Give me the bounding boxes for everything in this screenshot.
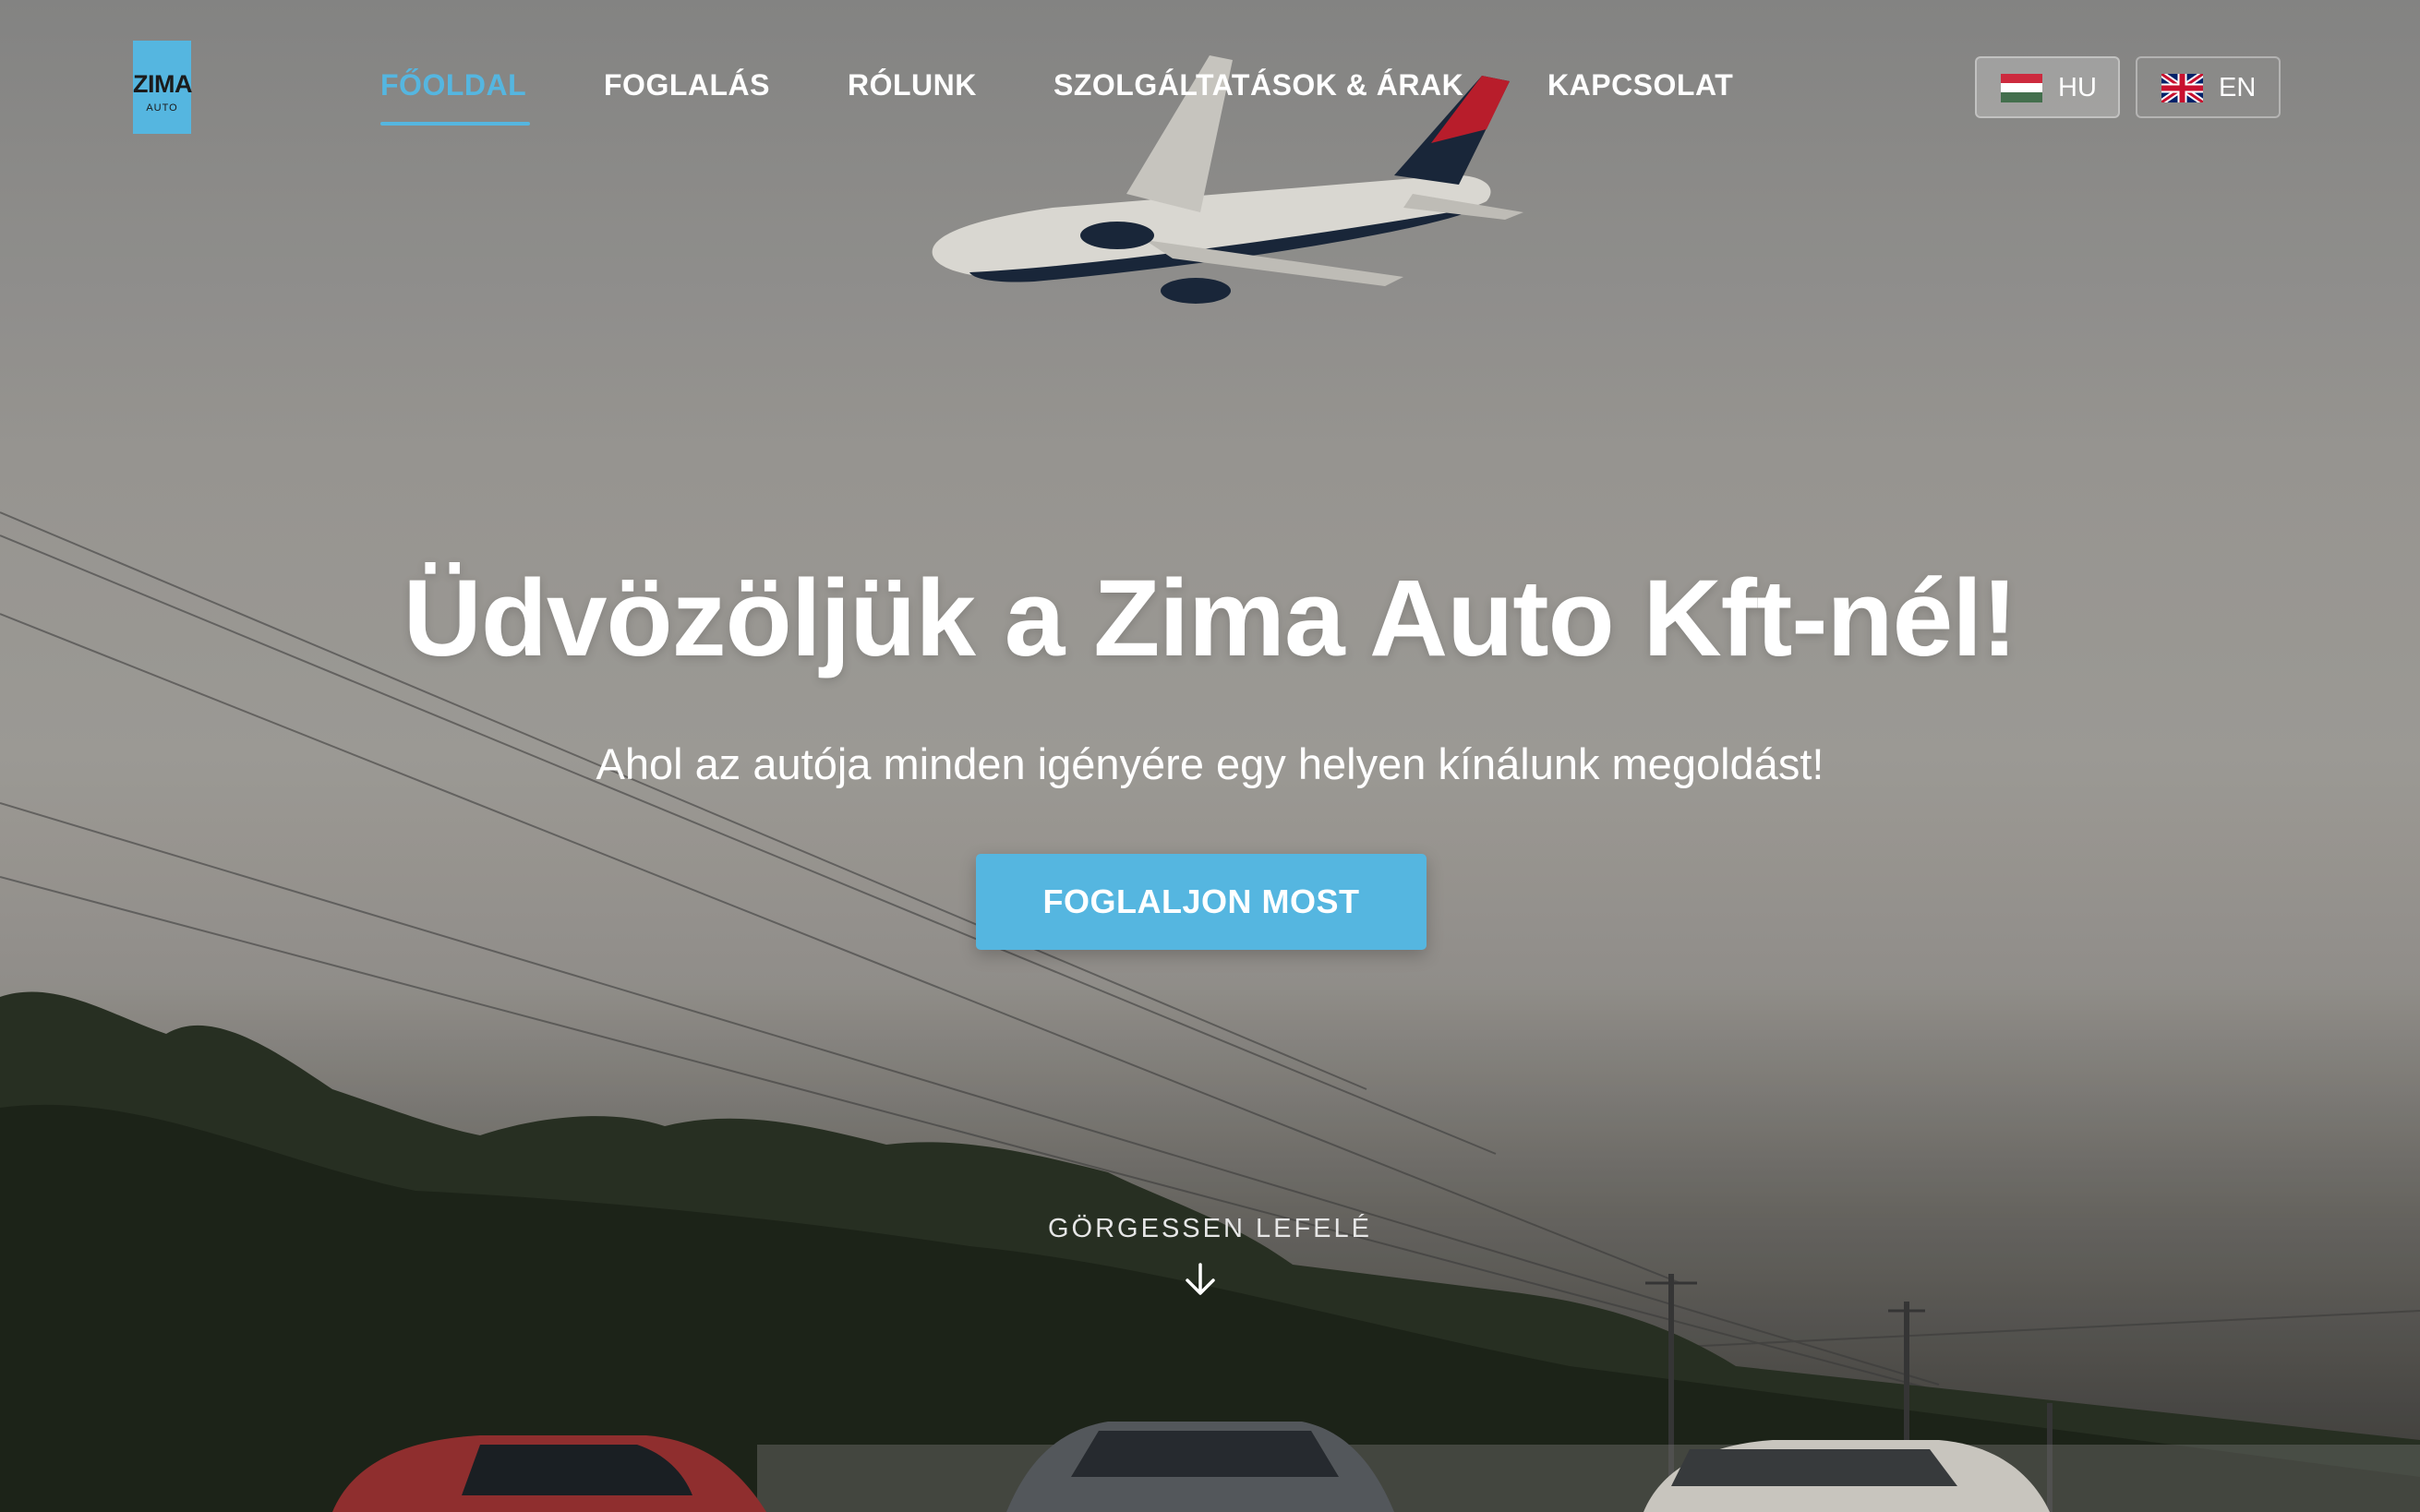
book-now-button[interactable]: FOGLALJON MOST [976, 854, 1427, 950]
nav-item-kapcsolat[interactable]: KAPCSOLAT [1547, 68, 1733, 102]
logo-wordmark[interactable]: ZIMA [124, 70, 201, 99]
uk-flag-icon [2161, 74, 2203, 102]
language-label-hu: HU [2058, 73, 2097, 102]
hungary-flag-icon [2001, 74, 2042, 102]
nav-item-fooldal[interactable]: FŐOLDAL [380, 68, 526, 102]
hero-subtitle: Ahol az autója minden igényére egy helye… [596, 739, 1824, 788]
nav-item-szolgaltatasok-arak[interactable]: SZOLGÁLTATÁSOK & ÁRAK [1053, 68, 1463, 102]
logo-subtitle: AUTO [146, 102, 178, 114]
arrow-down-icon[interactable] [1182, 1261, 1219, 1298]
language-button-en[interactable]: EN [2136, 56, 2281, 118]
nav-active-underline [380, 122, 530, 126]
nav-item-foglalas[interactable]: FOGLALÁS [604, 68, 770, 102]
scroll-down-hint[interactable]: GÖRGESSEN LEFELÉ [0, 1214, 2420, 1244]
hero-title: Üdvözöljük a Zima Auto Kft-nél! [403, 558, 2018, 679]
language-label-en: EN [2219, 73, 2257, 102]
language-button-hu[interactable]: HU [1975, 56, 2120, 118]
nav-item-rolunk[interactable]: RÓLUNK [848, 68, 977, 102]
